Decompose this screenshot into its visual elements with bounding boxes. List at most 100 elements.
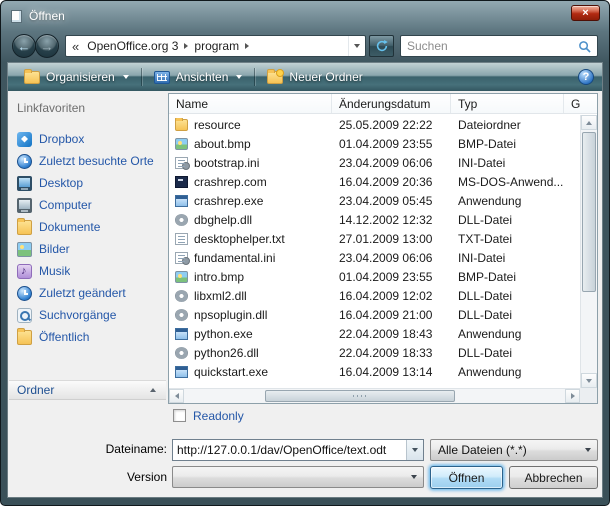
- filetype-value: Alle Dateien (*.*): [438, 443, 533, 457]
- organize-button[interactable]: Organisieren: [16, 66, 137, 88]
- file-row[interactable]: resource25.05.2009 22:22Dateiordner: [169, 115, 580, 134]
- file-name: resource: [194, 118, 241, 132]
- file-date: 16.04.2009 12:02: [332, 289, 451, 303]
- horizontal-scrollbar[interactable]: [169, 388, 580, 403]
- folders-bar[interactable]: Ordner: [9, 380, 166, 400]
- views-button[interactable]: Ansichten: [146, 66, 251, 88]
- file-date: 23.04.2009 05:45: [332, 194, 451, 208]
- search-box[interactable]: [400, 35, 598, 57]
- filename-dropdown-button[interactable]: [406, 440, 423, 460]
- scroll-right-button[interactable]: [565, 389, 580, 403]
- breadcrumb[interactable]: « OpenOffice.org 3 program: [65, 35, 366, 57]
- breadcrumb-item-program[interactable]: program: [190, 39, 243, 53]
- file-row[interactable]: bootstrap.ini23.04.2009 06:06INI-Datei: [169, 153, 580, 172]
- chevron-down-icon: [123, 75, 129, 79]
- close-button[interactable]: ×: [571, 5, 600, 21]
- organize-label: Organisieren: [46, 70, 115, 84]
- file-row[interactable]: npsoplugin.dll16.04.2009 21:00DLL-Datei: [169, 305, 580, 324]
- cancel-button[interactable]: Abbrechen: [509, 466, 598, 489]
- back-button[interactable]: ←: [12, 34, 36, 58]
- file-type: DLL-Datei: [451, 308, 564, 322]
- sidebar-item-public[interactable]: Öffentlich: [9, 326, 166, 348]
- sidebar-item-label: Computer: [39, 198, 92, 212]
- file-icon: [175, 157, 188, 169]
- refresh-button[interactable]: [369, 35, 394, 57]
- breadcrumb-overflow-icon[interactable]: «: [72, 39, 83, 54]
- chevron-right-icon[interactable]: [182, 43, 190, 49]
- file-list-panel: Name Änderungsdatum Typ G resource25.05.…: [168, 93, 598, 404]
- sidebar-item-music[interactable]: Musik: [9, 260, 166, 282]
- sidebar-item-recent-changed[interactable]: Zuletzt geändert: [9, 282, 166, 304]
- recent-changed-icon: [17, 286, 32, 301]
- file-row[interactable]: quickstart.exe16.04.2009 13:14Anwendung: [169, 362, 580, 381]
- search-input[interactable]: [407, 39, 578, 53]
- horizontal-scrollbar-thumb[interactable]: [265, 390, 455, 402]
- window-icon: [11, 10, 22, 23]
- file-type: DLL-Datei: [451, 289, 564, 303]
- column-label: Änderungsdatum: [339, 97, 430, 111]
- file-icon: [175, 214, 188, 226]
- readonly-label[interactable]: Readonly: [193, 409, 244, 423]
- file-date: 16.04.2009 20:36: [332, 175, 451, 189]
- column-header-size[interactable]: G: [564, 94, 597, 113]
- scroll-down-button[interactable]: [581, 373, 597, 388]
- column-header-name[interactable]: Name: [169, 94, 332, 113]
- column-header-type[interactable]: Typ: [451, 94, 564, 113]
- file-row[interactable]: python26.dll22.04.2009 18:33DLL-Datei: [169, 343, 580, 362]
- vertical-scrollbar[interactable]: [580, 115, 597, 388]
- file-name: about.bmp: [194, 137, 251, 151]
- filename-combobox[interactable]: [172, 439, 424, 461]
- public-icon: [17, 330, 32, 345]
- file-row[interactable]: libxml2.dll16.04.2009 12:02DLL-Datei: [169, 286, 580, 305]
- column-header-date[interactable]: Änderungsdatum: [332, 94, 451, 113]
- chevron-down-icon: [412, 448, 418, 452]
- scroll-up-button[interactable]: [581, 115, 597, 130]
- search-icon[interactable]: [578, 40, 591, 53]
- file-name: desktophelper.txt: [194, 232, 285, 246]
- sidebar-item-computer[interactable]: Computer: [9, 194, 166, 216]
- file-icon: [175, 290, 188, 302]
- readonly-row: Readonly: [173, 408, 244, 423]
- file-row[interactable]: crashrep.com16.04.2009 20:36MS-DOS-Anwen…: [169, 172, 580, 191]
- file-row[interactable]: fundamental.ini23.04.2009 06:06INI-Datei: [169, 248, 580, 267]
- file-icon: [175, 328, 188, 340]
- file-row[interactable]: dbghelp.dll14.12.2002 12:32DLL-Datei: [169, 210, 580, 229]
- filetype-combobox[interactable]: Alle Dateien (*.*): [430, 439, 598, 461]
- readonly-checkbox[interactable]: [173, 409, 186, 422]
- sidebar-item-searches[interactable]: Suchvorgänge: [9, 304, 166, 326]
- file-icon: [175, 195, 188, 207]
- breadcrumb-item-openoffice[interactable]: OpenOffice.org 3: [83, 39, 182, 53]
- open-button[interactable]: Öffnen: [430, 466, 503, 489]
- sidebar-item-recent-places[interactable]: Zuletzt besuchte Orte: [9, 150, 166, 172]
- file-type: Anwendung: [451, 365, 564, 379]
- forward-button[interactable]: →: [35, 34, 59, 58]
- new-folder-button[interactable]: Neuer Ordner: [259, 66, 370, 88]
- filename-input[interactable]: [173, 440, 406, 460]
- sidebar-item-pictures[interactable]: Bilder: [9, 238, 166, 260]
- file-row[interactable]: intro.bmp01.04.2009 23:55BMP-Datei: [169, 267, 580, 286]
- sidebar-item-desktop[interactable]: Desktop: [9, 172, 166, 194]
- file-type: MS-DOS-Anwend...: [451, 175, 564, 189]
- file-icon: [175, 252, 188, 264]
- scroll-left-button[interactable]: [169, 389, 184, 403]
- toolbar-separator: [141, 68, 142, 86]
- chevron-right-icon[interactable]: [243, 43, 251, 49]
- file-row[interactable]: desktophelper.txt27.01.2009 13:00TXT-Dat…: [169, 229, 580, 248]
- forward-icon: →: [41, 40, 54, 53]
- file-type: INI-Datei: [451, 251, 564, 265]
- file-type: BMP-Datei: [451, 270, 564, 284]
- help-button[interactable]: ?: [578, 69, 594, 85]
- file-date: 23.04.2009 06:06: [332, 251, 451, 265]
- sidebar-item-documents[interactable]: Dokumente: [9, 216, 166, 238]
- sidebar-item-dropbox[interactable]: Dropbox: [9, 128, 166, 150]
- file-icon: [175, 138, 188, 150]
- file-icon: [175, 366, 188, 378]
- version-combobox[interactable]: [172, 466, 424, 488]
- file-date: 27.01.2009 13:00: [332, 232, 451, 246]
- vertical-scrollbar-thumb[interactable]: [582, 132, 596, 292]
- file-row[interactable]: crashrep.exe23.04.2009 05:45Anwendung: [169, 191, 580, 210]
- breadcrumb-dropdown-button[interactable]: [348, 36, 365, 56]
- file-date: 01.04.2009 23:55: [332, 270, 451, 284]
- file-row[interactable]: python.exe22.04.2009 18:43Anwendung: [169, 324, 580, 343]
- file-row[interactable]: about.bmp01.04.2009 23:55BMP-Datei: [169, 134, 580, 153]
